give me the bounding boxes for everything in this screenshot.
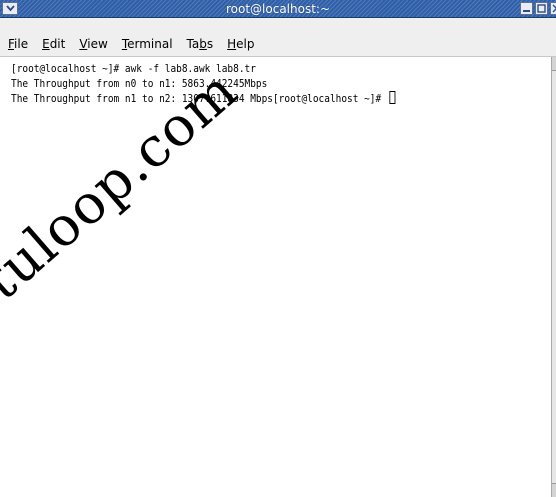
menu-label: ile bbox=[14, 37, 29, 51]
menu-bar: File Edit View Terminal Tabs Help bbox=[0, 18, 556, 57]
text-cursor bbox=[389, 91, 396, 104]
minimize-button[interactable] bbox=[520, 2, 533, 15]
menu-label: erminal bbox=[127, 37, 173, 51]
menu-mnemonic: H bbox=[227, 37, 237, 51]
close-icon bbox=[552, 4, 556, 13]
window-titlebar[interactable]: root@localhost:~ bbox=[0, 0, 556, 18]
maximize-icon bbox=[537, 4, 546, 13]
menu-label: dit bbox=[49, 37, 66, 51]
menu-label: elp bbox=[236, 37, 255, 51]
menu-view[interactable]: View bbox=[72, 36, 114, 54]
menu-items: File Edit View Terminal Tabs Help bbox=[8, 36, 262, 54]
close-button[interactable] bbox=[550, 2, 556, 15]
terminal-area[interactable]: [root@localhost ~]# awk -f lab8.awk lab8… bbox=[0, 57, 551, 497]
menu-label-prefix: Ta bbox=[186, 37, 200, 51]
window-title: root@localhost:~ bbox=[225, 2, 331, 16]
menu-help[interactable]: Help bbox=[220, 36, 261, 54]
menu-terminal[interactable]: Terminal bbox=[115, 36, 180, 54]
menu-mnemonic: b bbox=[199, 37, 207, 51]
menu-label: s bbox=[206, 37, 214, 51]
menu-file[interactable]: File bbox=[8, 36, 35, 54]
scroll-down-arrow[interactable] bbox=[552, 483, 556, 497]
menu-mnemonic: E bbox=[42, 37, 50, 51]
menu-tabs[interactable]: Tabs bbox=[180, 36, 221, 54]
menu-label: iew bbox=[87, 37, 108, 51]
scroll-up-arrow[interactable] bbox=[552, 57, 556, 71]
vertical-scrollbar[interactable] bbox=[551, 57, 556, 497]
minimize-icon bbox=[523, 10, 530, 12]
menu-edit[interactable]: Edit bbox=[35, 36, 72, 54]
maximize-button[interactable] bbox=[535, 2, 548, 15]
